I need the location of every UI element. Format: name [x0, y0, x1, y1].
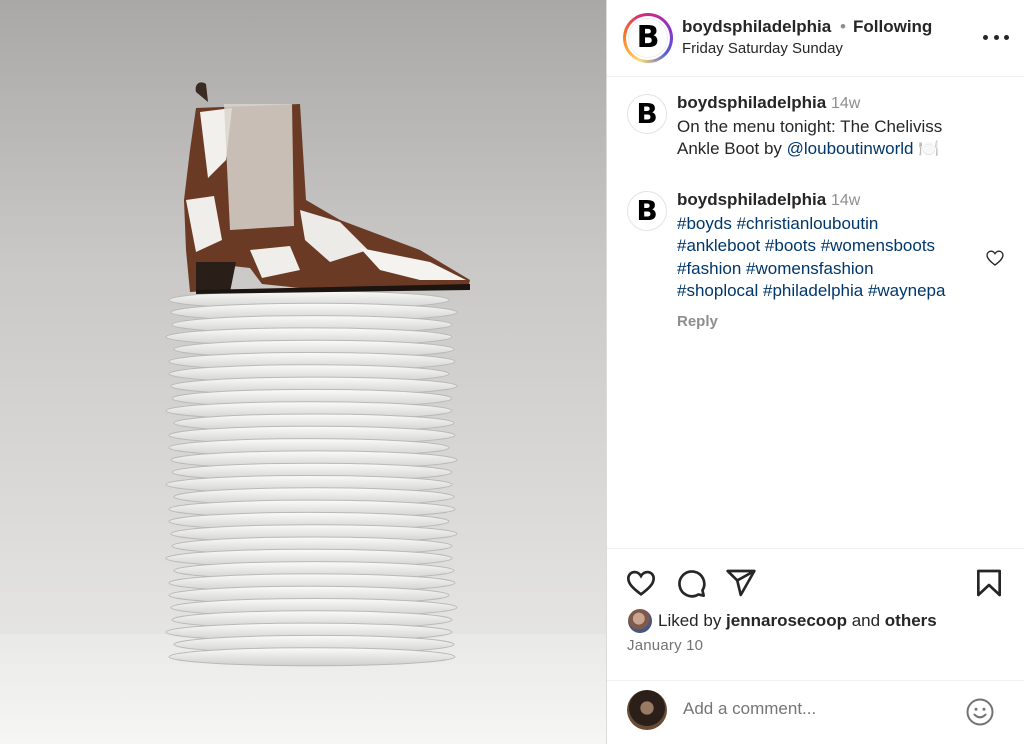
caption-username[interactable]: boydsphiladelphia: [677, 93, 826, 112]
current-user-avatar[interactable]: [627, 690, 667, 730]
bookmark-icon[interactable]: [973, 567, 1005, 599]
post-header: B boydsphiladelphia • Following Friday S…: [607, 0, 1024, 77]
post-image[interactable]: [0, 0, 606, 744]
header-separator: •: [840, 17, 846, 36]
hashtag-link[interactable]: #womensfashion: [746, 259, 874, 278]
hashtag-link[interactable]: #boots: [765, 236, 816, 255]
hashtag-link[interactable]: #philadelphia: [763, 281, 863, 300]
header-subtitle[interactable]: Friday Saturday Sunday: [682, 40, 843, 57]
plate: [168, 647, 456, 667]
comment-time[interactable]: 14w: [831, 192, 860, 209]
post-date[interactable]: January 10: [627, 637, 703, 654]
add-comment-bar: [607, 680, 1024, 744]
comment-avatar[interactable]: B: [627, 191, 667, 231]
boot-on-plates-illustration: [165, 82, 470, 667]
hashtag-link[interactable]: #womensboots: [821, 236, 935, 255]
heart-icon[interactable]: [985, 248, 1005, 268]
comment-input[interactable]: [683, 699, 933, 719]
avatar[interactable]: B: [628, 18, 668, 58]
paper-plane-icon[interactable]: [725, 567, 757, 599]
boot: [184, 82, 470, 294]
hashtag-link[interactable]: #shoplocal: [677, 281, 758, 300]
post-side-panel: B boydsphiladelphia • Following Friday S…: [606, 0, 1024, 744]
comment-username[interactable]: boydsphiladelphia: [677, 190, 826, 209]
hashtag-link[interactable]: #fashion: [677, 259, 741, 278]
smiley-icon[interactable]: [965, 697, 995, 727]
caption-time[interactable]: 14w: [831, 95, 860, 112]
likes-others-link[interactable]: others: [885, 611, 937, 630]
header-username[interactable]: boydsphiladelphia: [682, 17, 831, 37]
following-button[interactable]: Following: [853, 17, 932, 37]
heart-icon[interactable]: [625, 567, 657, 599]
comment-icon[interactable]: [675, 567, 707, 599]
plate-emoji: 🍽️: [913, 139, 940, 158]
hashtag-link[interactable]: #ankleboot: [677, 236, 760, 255]
likes-summary: Liked by jennarosecoop and others: [627, 607, 937, 635]
mention-link[interactable]: @louboutinworld: [787, 139, 914, 158]
reply-button[interactable]: Reply: [677, 313, 718, 330]
hashtag-link[interactable]: #waynepa: [868, 281, 946, 300]
more-icon[interactable]: [983, 24, 1009, 50]
caption-text: boydsphiladelphia 14w On the menu tonigh…: [677, 92, 977, 161]
likes-middle: and: [846, 611, 885, 630]
likes-prefix: Liked by: [658, 611, 727, 630]
liker-username[interactable]: jennarosecoop: [726, 611, 847, 630]
liker-avatar[interactable]: [627, 608, 653, 634]
caption-avatar[interactable]: B: [627, 94, 667, 134]
comment-text: boydsphiladelphia 14w #boyds #christianl…: [677, 189, 977, 303]
hashtag-link[interactable]: #boyds: [677, 214, 732, 233]
hashtag-link[interactable]: #christianlouboutin: [737, 214, 879, 233]
story-ring[interactable]: B: [623, 13, 673, 63]
